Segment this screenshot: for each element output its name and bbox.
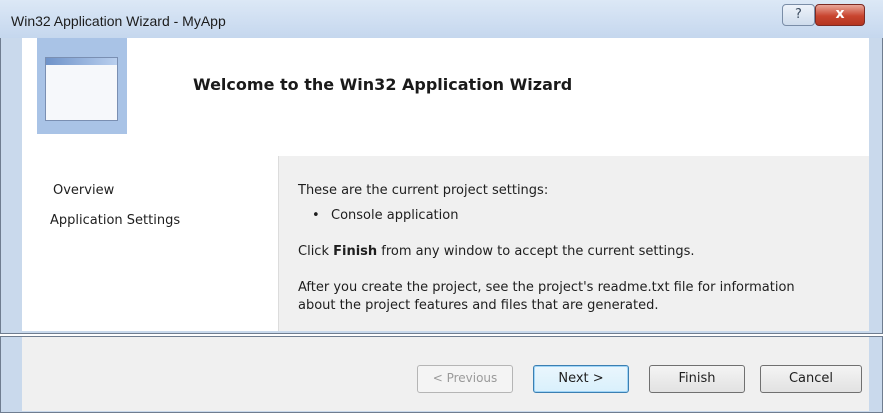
close-button[interactable]: x <box>815 4 865 26</box>
window-graphic-icon <box>45 57 118 121</box>
finish-button[interactable]: Finish <box>649 365 745 393</box>
finish-instruction-suffix: from any window to accept the current se… <box>377 244 695 259</box>
window-title: Win32 Application Wizard - MyApp <box>11 13 226 29</box>
cancel-button[interactable]: Cancel <box>760 365 862 393</box>
previous-button[interactable]: < Previous <box>417 365 513 393</box>
help-button[interactable]: ? <box>782 4 815 26</box>
finish-instruction-prefix: Click <box>298 244 334 259</box>
bullet-icon: • <box>312 208 320 223</box>
next-button[interactable]: Next > <box>533 365 629 393</box>
question-mark-icon: ? <box>795 7 802 22</box>
nav-item-application-settings[interactable]: Application Settings <box>50 213 180 228</box>
finish-instruction: Click Finish from any window to accept t… <box>298 244 695 259</box>
window-graphic-titlebar <box>46 58 117 65</box>
wizard-heading: Welcome to the Win32 Application Wizard <box>193 75 573 94</box>
finish-instruction-bold: Finish <box>333 244 378 259</box>
wizard-banner-image <box>37 38 127 134</box>
wizard-nav-pane: Overview Application Settings <box>22 156 278 331</box>
wizard-header: Welcome to the Win32 Application Wizard <box>22 38 869 157</box>
wizard-content-pane: These are the current project settings: … <box>278 156 869 331</box>
readme-note-line2: about the project features and files tha… <box>298 298 659 313</box>
readme-note-line1: After you create the project, see the pr… <box>298 280 795 295</box>
wizard-footer: < Previous Next > Finish Cancel <box>22 337 869 411</box>
setting-console-application: Console application <box>331 208 459 223</box>
settings-intro: These are the current project settings: <box>298 183 549 198</box>
title-bar[interactable]: Win32 Application Wizard - MyApp ? x <box>0 0 883 38</box>
nav-item-overview[interactable]: Overview <box>53 183 114 198</box>
close-icon: x <box>835 6 845 22</box>
